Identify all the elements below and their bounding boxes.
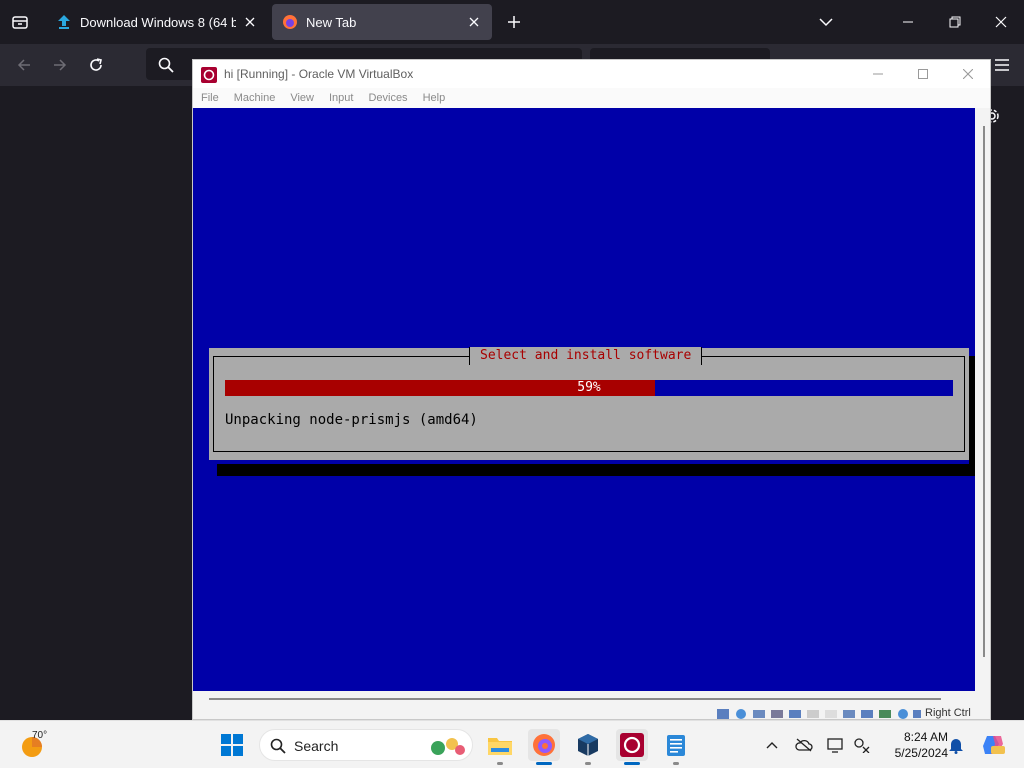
taskbar-search-box[interactable]: Search xyxy=(259,729,473,761)
dialog-shadow-right xyxy=(969,356,975,476)
vbox-maximize-icon[interactable] xyxy=(900,60,946,88)
vertical-scrollbar[interactable] xyxy=(983,126,985,657)
host-key-label: Right Ctrl xyxy=(925,707,971,719)
search-icon xyxy=(270,738,286,754)
install-progress-bar: 59% xyxy=(225,380,953,396)
virtualbox-app-icon xyxy=(201,67,217,83)
running-indicator xyxy=(497,762,503,765)
dialog-frame xyxy=(213,356,965,452)
hamburger-menu-icon[interactable] xyxy=(988,51,1016,79)
notepad-icon[interactable] xyxy=(660,729,692,765)
tab-list-icon[interactable] xyxy=(6,8,34,36)
download-favicon-icon xyxy=(56,14,72,30)
search-label: Search xyxy=(294,738,339,754)
tab-title: Download Windows 8 (64 bits) xyxy=(80,14,236,30)
menu-input[interactable]: Input xyxy=(329,92,353,104)
status-device-icons[interactable] xyxy=(717,708,921,720)
menu-machine[interactable]: Machine xyxy=(234,92,276,104)
virtualbox-title-bar: hi [Running] - Oracle VM VirtualBox xyxy=(193,60,990,88)
progress-label: 59% xyxy=(577,380,601,395)
show-hidden-icons-chevron-icon[interactable] xyxy=(762,735,782,755)
dialog-shadow-bottom xyxy=(217,464,975,476)
search-icon xyxy=(152,51,180,79)
tab-new-tab[interactable]: New Tab xyxy=(272,4,492,40)
restore-icon[interactable] xyxy=(941,8,969,36)
active-indicator xyxy=(624,762,640,765)
window-title: hi [Running] - Oracle VM VirtualBox xyxy=(224,67,414,81)
close-tab-icon[interactable] xyxy=(242,14,258,30)
virtualbox-window: hi [Running] - Oracle VM VirtualBox File… xyxy=(192,59,991,720)
vbox-close-icon[interactable] xyxy=(945,60,991,88)
vm-guest-screen[interactable]: Select and install software 59% Unpackin… xyxy=(193,108,975,691)
file-explorer-icon[interactable] xyxy=(484,729,516,765)
notification-bell-icon[interactable] xyxy=(946,735,966,755)
running-indicator xyxy=(673,762,679,765)
menu-file[interactable]: File xyxy=(201,92,219,104)
tab-download-windows[interactable]: Download Windows 8 (64 bits) xyxy=(46,4,268,40)
installer-progress-dialog: Select and install software 59% Unpackin… xyxy=(209,347,969,460)
progress-message: Unpacking node-prismjs (amd64) xyxy=(225,412,478,428)
clock-time: 8:24 AM xyxy=(903,730,948,744)
running-indicator xyxy=(585,762,591,765)
list-all-tabs-chevron-icon[interactable] xyxy=(812,8,840,36)
clock-date: 5/25/2024 xyxy=(894,746,948,760)
menu-help[interactable]: Help xyxy=(423,92,446,104)
windows-taskbar: 70° Search 8:24 AM 5/25/2024 xyxy=(0,720,1024,768)
menu-devices[interactable]: Devices xyxy=(368,92,407,104)
forward-arrow-icon[interactable] xyxy=(46,51,74,79)
virtualbox-menu-bar: File Machine View Input Devices Help xyxy=(193,88,990,108)
weather-temperature: 70° xyxy=(32,730,48,741)
copilot-preview-icon[interactable] xyxy=(980,735,1006,755)
back-arrow-icon[interactable] xyxy=(10,51,38,79)
network-sound-icon[interactable] xyxy=(852,735,872,755)
minimize-icon[interactable] xyxy=(894,8,922,36)
display-connect-icon[interactable] xyxy=(826,735,846,755)
start-windows-icon[interactable] xyxy=(216,729,248,761)
vm-running-taskbar-icon[interactable] xyxy=(616,729,648,765)
system-clock[interactable]: 8:24 AM 5/25/2024 xyxy=(876,729,948,761)
horizontal-scrollbar[interactable] xyxy=(209,698,941,700)
close-window-icon[interactable] xyxy=(987,8,1015,36)
reload-icon[interactable] xyxy=(82,51,110,79)
close-tab-icon[interactable] xyxy=(466,14,482,30)
vbox-minimize-icon[interactable] xyxy=(855,60,901,88)
virtualbox-manager-icon[interactable] xyxy=(572,729,604,765)
tab-title: New Tab xyxy=(306,14,357,30)
active-indicator xyxy=(536,762,552,765)
vbox-status-bar: Right Ctrl xyxy=(193,706,990,720)
menu-view[interactable]: View xyxy=(290,92,314,104)
firefox-taskbar-icon[interactable] xyxy=(528,729,560,765)
onedrive-offline-icon[interactable] xyxy=(794,735,814,755)
dialog-title: Select and install software xyxy=(469,347,703,365)
browser-tab-bar: Download Windows 8 (64 bits) New Tab xyxy=(0,0,1024,44)
firefox-favicon-icon xyxy=(282,14,298,30)
search-highlight-icon xyxy=(431,738,465,755)
new-tab-plus-icon[interactable] xyxy=(502,10,526,34)
